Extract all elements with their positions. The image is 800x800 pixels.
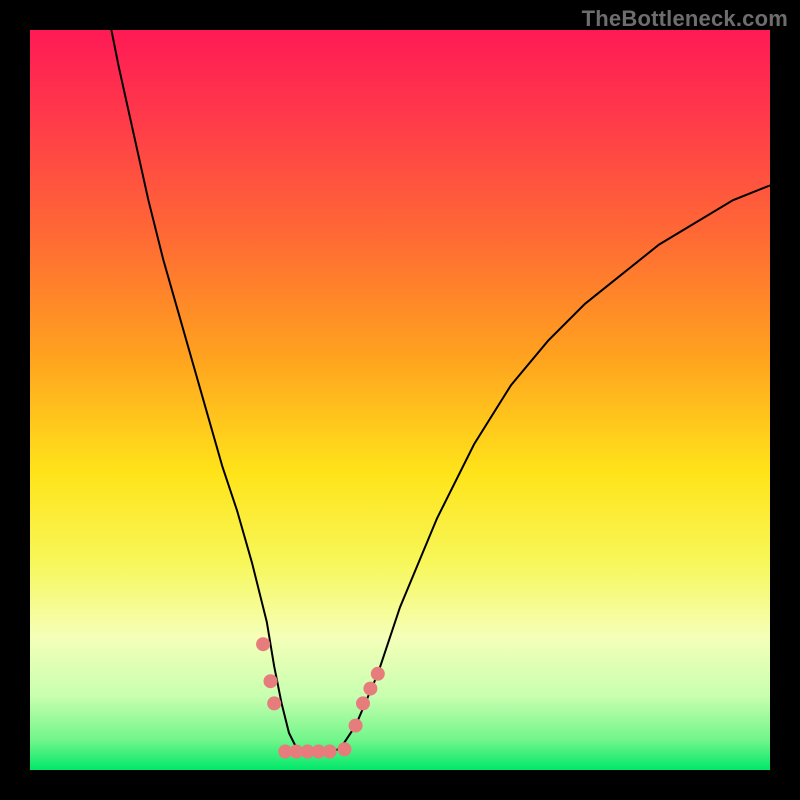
highlight-dot	[349, 719, 363, 733]
chart-frame: TheBottleneck.com	[0, 0, 800, 800]
watermark-text: TheBottleneck.com	[582, 6, 788, 32]
highlight-dot	[267, 696, 281, 710]
highlight-dot	[371, 667, 385, 681]
highlight-dot	[356, 696, 370, 710]
highlight-dot	[323, 745, 337, 759]
plot-area	[30, 30, 770, 770]
highlight-dot	[264, 674, 278, 688]
bottleneck-curve	[111, 30, 770, 752]
highlight-markers	[256, 637, 385, 758]
highlight-dot	[363, 682, 377, 696]
curve-layer	[30, 30, 770, 770]
highlight-dot	[256, 637, 270, 651]
highlight-dot	[338, 742, 352, 756]
